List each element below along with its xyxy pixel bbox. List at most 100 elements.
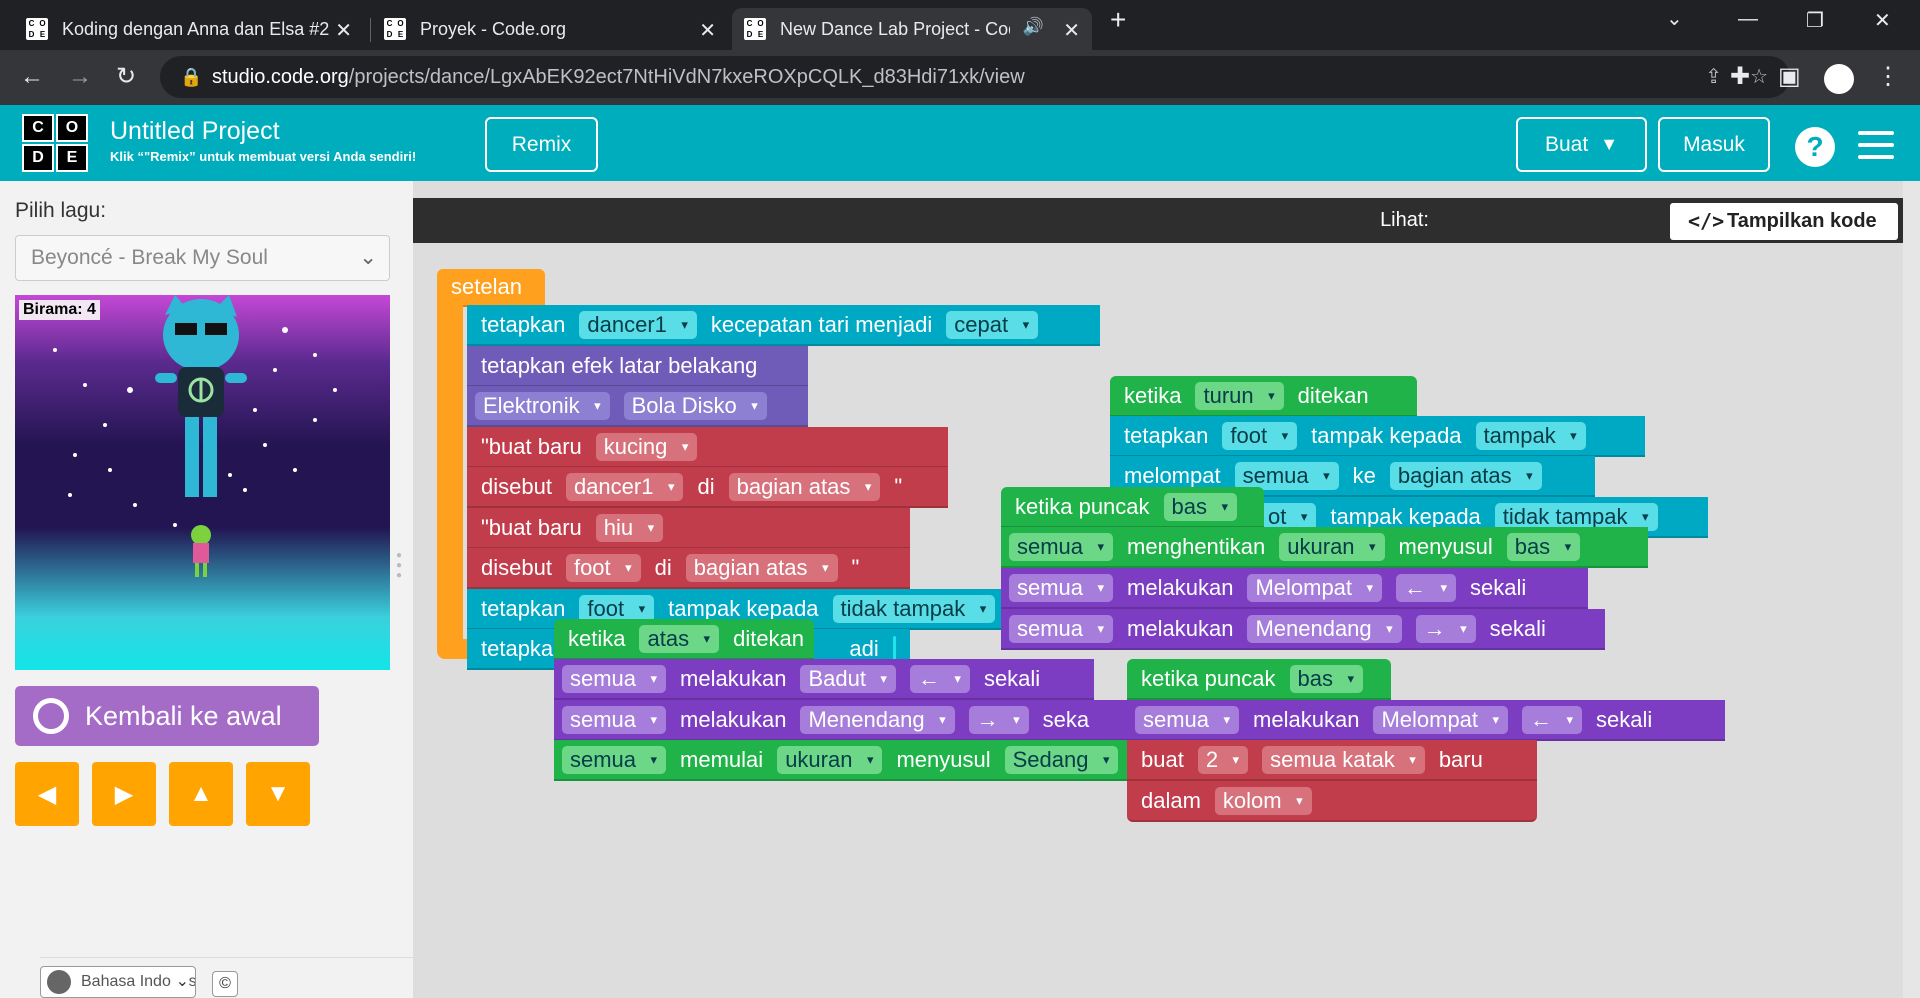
resize-grip-icon[interactable]: ● ● ●	[396, 551, 404, 585]
dropdown-field[interactable]: Sedang	[1004, 745, 1119, 774]
song-select[interactable]: Beyoncé - Break My Soul ⌄	[15, 235, 390, 281]
create-sprite-block-row2[interactable]: disebut foot di bagian atas "	[467, 548, 910, 589]
dropdown-field[interactable]: ←	[1396, 573, 1457, 602]
hamburger-menu-icon[interactable]	[1858, 131, 1894, 167]
remix-button[interactable]: Remix	[485, 117, 598, 172]
dropdown-field[interactable]: semua	[1135, 705, 1240, 734]
browser-menu-icon[interactable]: ⋮	[1876, 62, 1900, 92]
dropdown-field[interactable]: cepat	[946, 310, 1039, 339]
dropdown-field[interactable]: →	[968, 705, 1029, 734]
dropdown-field[interactable]: hiu	[595, 513, 664, 542]
dropdown-field[interactable]: semua	[562, 664, 667, 693]
background-effect-block[interactable]: tetapkan efek latar belakang	[467, 346, 808, 387]
dropdown-field[interactable]: Melompat	[1247, 573, 1383, 602]
dropdown-field[interactable]: semua	[1234, 461, 1339, 490]
dropdown-field[interactable]: Melompat	[1373, 705, 1509, 734]
extensions-icon[interactable]: ✚	[1730, 62, 1750, 92]
make-new-sprites-block-row2[interactable]: dalam kolom	[1127, 781, 1537, 822]
browser-tab[interactable]: CODE Proyek - Code.org ✕	[372, 8, 728, 50]
dropdown-field[interactable]: kolom	[1214, 786, 1312, 815]
do-move-block[interactable]: semua melakukan Menendang → sekali	[1001, 609, 1605, 650]
address-bar[interactable]: 🔒 studio.code.org/projects/dance/LgxAbEK…	[160, 56, 1790, 98]
browser-tab[interactable]: CODE Koding dengan Anna dan Elsa #2 ✕	[14, 8, 364, 50]
dropdown-field[interactable]: bas	[1289, 664, 1364, 693]
speaker-icon[interactable]: 🔊	[1023, 17, 1044, 37]
dropdown-field[interactable]: tidak tampak	[832, 594, 996, 623]
codeorg-logo[interactable]: C O D E	[22, 114, 88, 172]
start-size-block[interactable]: semua memulai ukuran menyusul Sedang	[554, 740, 1139, 781]
when-key-pressed-block[interactable]: ketika turun ditekan	[1110, 376, 1417, 417]
set-visibility-block[interactable]: tetapkan foot tampak kepada tampak	[1110, 416, 1645, 457]
reset-button[interactable]: Kembali ke awal	[15, 686, 319, 746]
dropdown-field[interactable]: turun	[1195, 381, 1284, 410]
help-icon[interactable]: ?	[1795, 127, 1835, 167]
browser-tab-active[interactable]: CODE New Dance Lab Project - Code.org 🔊 …	[732, 8, 1092, 50]
close-icon[interactable]: ✕	[335, 18, 352, 43]
make-new-sprites-block[interactable]: buat 2 semua katak baru	[1127, 740, 1537, 781]
dropdown-field[interactable]: ←	[909, 664, 970, 693]
right-arrow-button[interactable]: ▶	[92, 762, 156, 826]
share-icon[interactable]: ⇪	[1705, 56, 1722, 98]
create-sprite-block-row2[interactable]: disebut dancer1 di bagian atas "	[467, 467, 948, 508]
do-move-block[interactable]: semua melakukan Menendang → seka	[554, 700, 1139, 741]
dropdown-field[interactable]: semua katak	[1262, 745, 1425, 774]
dropdown-field[interactable]: semua	[1009, 532, 1114, 561]
dropdown-field[interactable]: Bola Disko	[623, 391, 767, 420]
dropdown-field[interactable]: semua	[562, 705, 667, 734]
dropdown-field[interactable]: bagian atas	[728, 472, 881, 501]
dropdown-field[interactable]: semua	[1009, 614, 1114, 643]
dropdown-field[interactable]: ukuran	[1279, 532, 1385, 561]
back-icon[interactable]: ←	[20, 62, 44, 92]
dropdown-field[interactable]: Elektronik	[475, 391, 610, 420]
stop-size-block[interactable]: semua menghentikan ukuran menyusul bas	[1001, 527, 1648, 568]
dropdown-field[interactable]: ukuran	[777, 745, 883, 774]
create-sprite-block[interactable]: "buat baru kucing	[467, 427, 948, 468]
when-beat-block[interactable]: ketika puncak bas	[1001, 487, 1264, 528]
dropdown-field[interactable]: Menendang	[800, 705, 955, 734]
do-move-block[interactable]: semua melakukan Melompat ← sekali	[1001, 568, 1588, 609]
dropdown-field[interactable]: bagian atas	[1389, 461, 1542, 490]
dropdown-field[interactable]: atas	[639, 624, 720, 653]
forward-icon[interactable]: →	[68, 62, 92, 92]
setup-hat-block[interactable]: setelan	[437, 269, 545, 307]
close-icon[interactable]: ✕	[1063, 18, 1080, 43]
up-arrow-button[interactable]: ▲	[169, 762, 233, 826]
reload-icon[interactable]: ↻	[116, 62, 136, 92]
dropdown-field[interactable]: Badut	[800, 664, 896, 693]
dropdown-field[interactable]: →	[1415, 614, 1476, 643]
down-arrow-button[interactable]: ▼	[246, 762, 310, 826]
do-move-block[interactable]: semua melakukan Melompat ← sekali	[1127, 700, 1725, 741]
minimize-icon[interactable]: —	[1738, 8, 1758, 31]
copyright-button[interactable]: ©	[212, 971, 238, 997]
sign-in-button[interactable]: Masuk	[1658, 117, 1770, 172]
dropdown-field[interactable]: bas	[1163, 492, 1238, 521]
dropdown-field[interactable]: dancer1	[565, 472, 684, 501]
window-close-icon[interactable]: ✕	[1874, 8, 1891, 33]
create-sprite-block[interactable]: "buat baru hiu	[467, 508, 910, 549]
dropdown-field[interactable]: kucing	[595, 432, 698, 461]
when-beat-block[interactable]: ketika puncak bas	[1127, 659, 1391, 700]
dropdown-field[interactable]: semua	[1009, 573, 1114, 602]
color-swatch[interactable]	[892, 635, 896, 662]
dropdown-field[interactable]: tampak	[1475, 421, 1586, 450]
dropdown-field[interactable]: ←	[1522, 705, 1583, 734]
dropdown-field[interactable]: semua	[562, 745, 667, 774]
tab-search-icon[interactable]: ⌄	[1666, 6, 1683, 31]
bookmark-star-icon[interactable]: ☆	[1750, 56, 1768, 98]
dropdown-field[interactable]: Menendang	[1247, 614, 1402, 643]
dropdown-field[interactable]: 2	[1197, 745, 1249, 774]
profile-avatar[interactable]	[1824, 64, 1854, 94]
show-code-button[interactable]: </> Tampilkan kode	[1670, 203, 1898, 240]
dropdown-field[interactable]: bagian atas	[685, 553, 838, 582]
code-workspace[interactable]: Lihat: </> Tampilkan kode setelan tetapk…	[413, 181, 1903, 998]
set-speed-block[interactable]: tetapkan dancer1 kecepatan tari menjadi …	[467, 305, 1100, 346]
left-arrow-button[interactable]: ◀	[15, 762, 79, 826]
close-icon[interactable]: ✕	[699, 18, 716, 43]
dropdown-field[interactable]: foot	[565, 553, 641, 582]
background-effect-fields[interactable]: Elektronik Bola Disko	[467, 386, 808, 427]
when-key-pressed-block[interactable]: ketika atas ditekan	[554, 619, 814, 660]
language-select[interactable]: Bahasa Indonesia ⌄	[40, 966, 196, 998]
dropdown-field[interactable]: bas	[1506, 532, 1581, 561]
dropdown-field[interactable]: dancer1	[579, 310, 697, 339]
dropdown-field[interactable]: foot	[1222, 421, 1298, 450]
